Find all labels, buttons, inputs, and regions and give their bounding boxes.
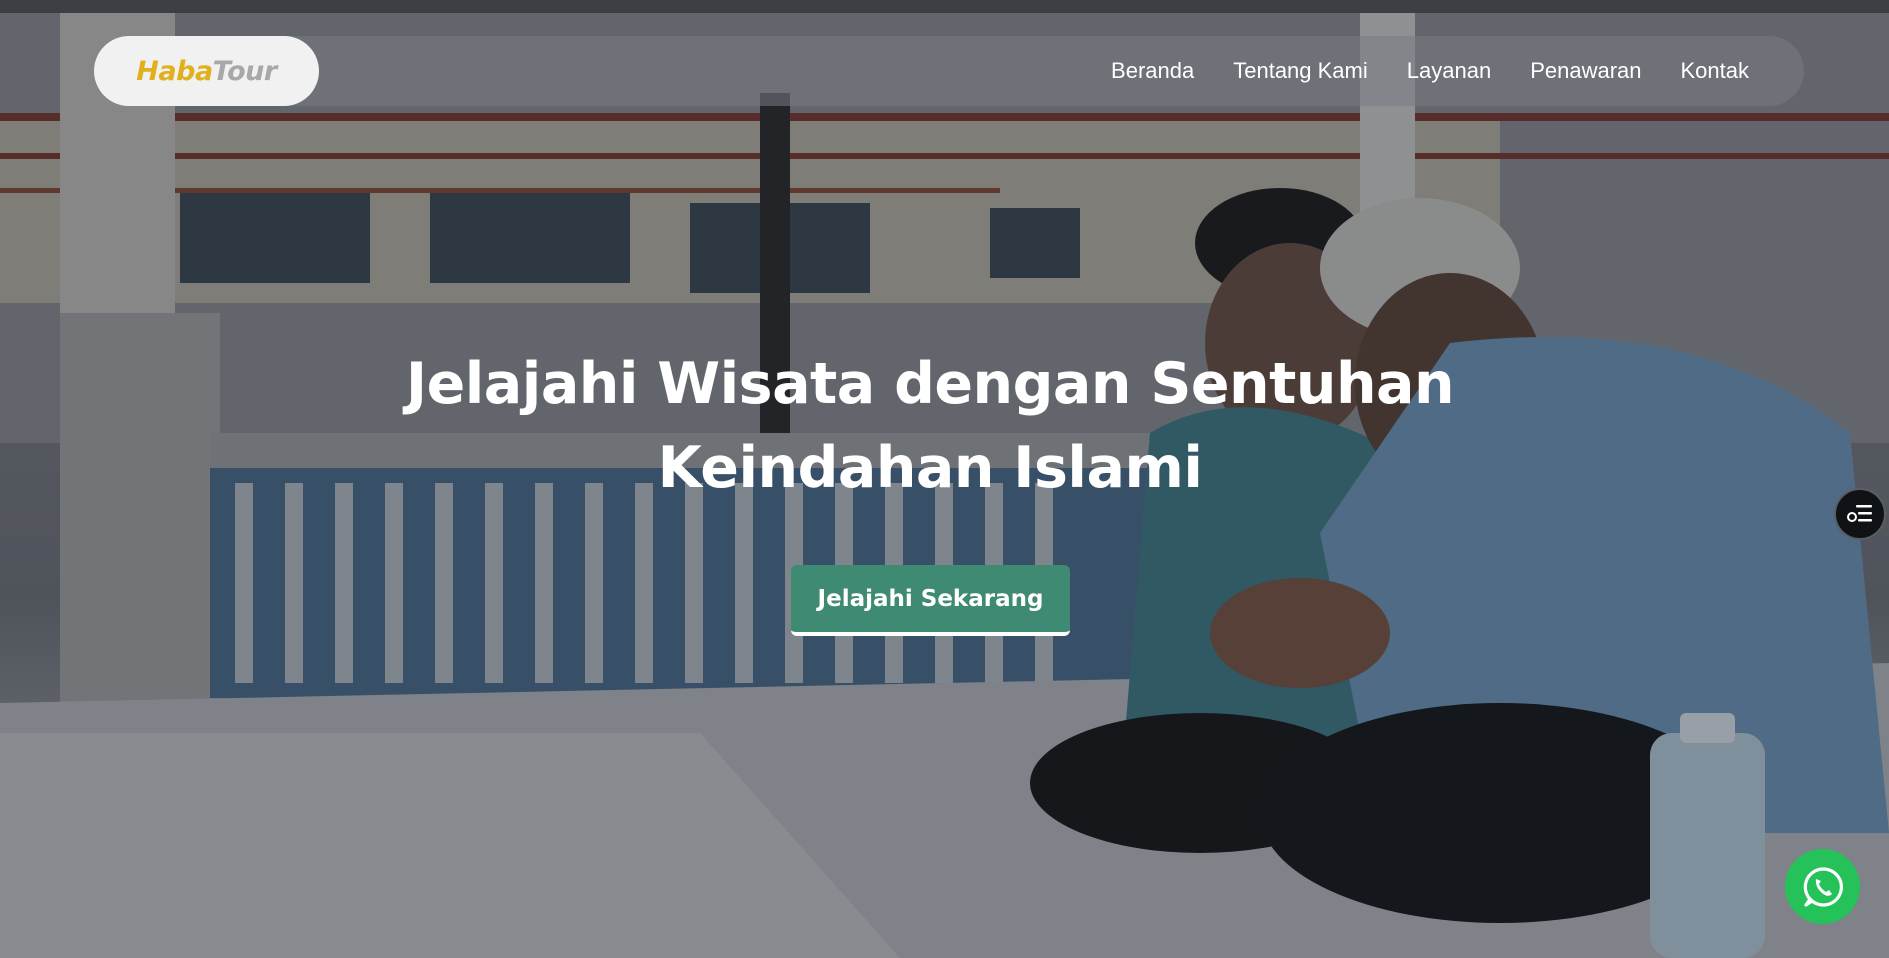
nav-item-layanan[interactable]: Layanan bbox=[1407, 58, 1491, 84]
nav-item-beranda[interactable]: Beranda bbox=[1111, 58, 1194, 84]
logo-container[interactable]: HabaTour bbox=[94, 36, 319, 106]
logo-part-haba: Haba bbox=[136, 55, 213, 87]
list-settings-icon bbox=[1847, 505, 1872, 522]
top-strip bbox=[0, 0, 1889, 13]
settings-widget-button[interactable] bbox=[1834, 488, 1886, 540]
whatsapp-icon bbox=[1803, 866, 1843, 907]
nav-item-tentang-kami[interactable]: Tentang Kami bbox=[1233, 58, 1368, 84]
nav-item-kontak[interactable]: Kontak bbox=[1681, 58, 1750, 84]
hero-title: Jelajahi Wisata dengan Sentuhan Keindaha… bbox=[330, 342, 1530, 510]
nav-item-penawaran[interactable]: Penawaran bbox=[1530, 58, 1641, 84]
hero-title-line-1: Jelajahi Wisata dengan Sentuhan bbox=[405, 351, 1455, 417]
main-menu: Beranda Tentang Kami Layanan Penawaran K… bbox=[1111, 36, 1749, 106]
hero-title-line-2: Keindahan Islami bbox=[657, 435, 1203, 501]
whatsapp-button[interactable] bbox=[1785, 849, 1860, 924]
site-logo[interactable]: HabaTour bbox=[136, 55, 278, 87]
logo-part-tour: Tour bbox=[212, 55, 278, 87]
explore-now-button[interactable]: Jelajahi Sekarang bbox=[791, 565, 1070, 636]
